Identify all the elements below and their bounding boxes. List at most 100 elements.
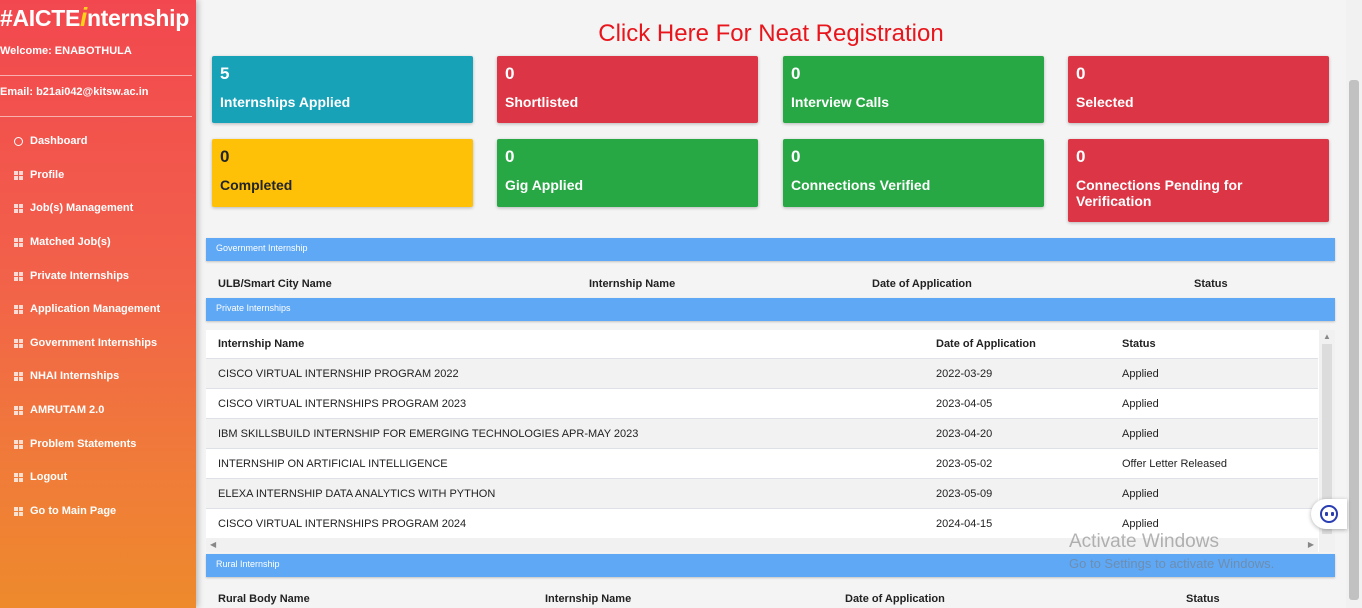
card-label: Interview Calls xyxy=(791,94,890,110)
sidebar-item-label: Private Internships xyxy=(30,270,130,282)
sidebar-item-logout[interactable]: Logout xyxy=(14,466,67,488)
column-header: Date of Application xyxy=(845,593,945,605)
neat-registration-link[interactable]: Click Here For Neat Registration xyxy=(196,20,1346,48)
card-connections-verified[interactable]: 0 Connections Verified xyxy=(783,139,1044,207)
watermark-line2: Go to Settings to activate Windows. xyxy=(1069,556,1275,571)
column-header: Status xyxy=(1186,593,1220,605)
table-row: IBM SKILLSBUILD INTERNSHIP FOR EMERGING … xyxy=(206,418,1318,448)
scroll-left-arrow-icon[interactable]: ◀ xyxy=(210,540,216,549)
sidebar-item-problem-statements[interactable]: Problem Statements xyxy=(14,433,136,455)
grid-icon xyxy=(14,170,23,180)
card-connections-pending[interactable]: 0 Connections Pending for Verification xyxy=(1068,139,1329,222)
sidebar-item-label: Go to Main Page xyxy=(30,505,117,517)
aicte-internship-logo[interactable]: #AICTEinternship xyxy=(0,2,189,33)
application-date: 2023-04-05 xyxy=(936,398,993,410)
table-row: ELEXA INTERNSHIP DATA ANALYTICS WITH PYT… xyxy=(206,478,1318,508)
sidebar-item-application-management[interactable]: Application Management xyxy=(14,298,160,320)
grid-icon xyxy=(14,371,23,381)
sidebar-item-amrutam[interactable]: AMRUTAM 2.0 xyxy=(14,399,104,421)
card-value: 0 xyxy=(791,147,801,166)
card-value: 0 xyxy=(505,64,515,83)
card-value: 0 xyxy=(1076,147,1086,166)
application-status: Applied xyxy=(1122,368,1159,380)
card-gig-applied[interactable]: 0 Gig Applied xyxy=(497,139,758,207)
grid-icon xyxy=(14,338,23,348)
sidebar-item-label: NHAI Internships xyxy=(30,370,120,382)
column-header: Date of Application xyxy=(936,338,1036,350)
card-label: Shortlisted xyxy=(505,94,579,110)
card-label: Internships Applied xyxy=(220,94,351,110)
sidebar-item-label: Matched Job(s) xyxy=(30,236,111,248)
grid-icon xyxy=(14,271,23,281)
internship-name: ELEXA INTERNSHIP DATA ANALYTICS WITH PYT… xyxy=(218,488,496,500)
circle-icon xyxy=(14,136,23,146)
application-status: Offer Letter Released xyxy=(1122,458,1227,470)
application-date: 2024-04-15 xyxy=(936,518,993,530)
internship-name: CISCO VIRTUAL INTERNSHIP PROGRAM 2022 xyxy=(218,368,459,380)
application-date: 2023-05-02 xyxy=(936,458,993,470)
grid-icon xyxy=(14,405,23,415)
application-status: Applied xyxy=(1122,518,1159,530)
column-header: Internship Name xyxy=(218,338,305,350)
scroll-up-arrow-icon[interactable]: ▲ xyxy=(1323,332,1331,341)
application-date: 2023-04-20 xyxy=(936,428,993,440)
sidebar-item-label: Application Management xyxy=(30,303,161,315)
sidebar-item-private-internships[interactable]: Private Internships xyxy=(14,265,129,287)
sidebar-item-label: Government Internships xyxy=(30,337,158,349)
card-label: Selected xyxy=(1076,94,1134,110)
card-label: Connections Verified xyxy=(791,177,931,193)
grid-icon xyxy=(14,439,23,449)
sidebar-item-label: Dashboard xyxy=(30,135,88,147)
sidebar-item-job-management[interactable]: Job(s) Management xyxy=(14,197,133,219)
card-label: Gig Applied xyxy=(505,177,584,193)
column-header: Date of Application xyxy=(872,278,972,290)
sidebar-divider xyxy=(0,116,192,117)
activate-windows-watermark: Activate Windows Go to Settings to activ… xyxy=(1069,531,1274,571)
card-completed[interactable]: 0 Completed xyxy=(212,139,473,207)
card-internships-applied[interactable]: 5 Internships Applied xyxy=(212,56,473,123)
sidebar: #AICTEinternship Welcome: ENABOTHULA Ema… xyxy=(0,0,196,608)
chatbot-icon xyxy=(1320,505,1338,523)
card-interview-calls[interactable]: 0 Interview Calls xyxy=(783,56,1044,123)
card-label: Completed xyxy=(220,177,293,193)
sidebar-item-profile[interactable]: Profile xyxy=(14,164,64,186)
main-content: Click Here For Neat Registration 5 Inter… xyxy=(196,0,1346,608)
card-shortlisted[interactable]: 0 Shortlisted xyxy=(497,56,758,123)
column-header: Status xyxy=(1122,338,1156,350)
sidebar-item-label: Problem Statements xyxy=(30,438,137,450)
card-value: 0 xyxy=(505,147,515,166)
table-row: CISCO VIRTUAL INTERNSHIP PROGRAM 2022 20… xyxy=(206,358,1318,388)
sidebar-divider xyxy=(0,75,192,76)
grid-icon xyxy=(14,506,23,516)
card-label: Connections Pending for Verification xyxy=(1076,177,1243,209)
sidebar-item-nhai-internships[interactable]: NHAI Internships xyxy=(14,365,119,387)
sidebar-item-government-internships[interactable]: Government Internships xyxy=(14,332,157,354)
sidebar-item-label: Logout xyxy=(30,471,68,483)
card-selected[interactable]: 0 Selected xyxy=(1068,56,1329,123)
sidebar-item-label: AMRUTAM 2.0 xyxy=(30,404,105,416)
grid-icon xyxy=(14,237,23,247)
application-status: Applied xyxy=(1122,398,1159,410)
page-vertical-scrollbar[interactable] xyxy=(1346,0,1362,608)
government-internship-header: Government Internship xyxy=(206,238,1335,261)
column-header: ULB/Smart City Name xyxy=(218,278,332,290)
sidebar-item-dashboard[interactable]: Dashboard xyxy=(14,130,87,152)
application-status: Applied xyxy=(1122,428,1159,440)
email-text: Email: b21ai042@kitsw.ac.in xyxy=(0,86,149,98)
sidebar-item-matched-jobs[interactable]: Matched Job(s) xyxy=(14,231,111,253)
scrollbar-thumb[interactable] xyxy=(1349,80,1359,600)
card-value: 0 xyxy=(220,147,230,166)
scroll-right-arrow-icon[interactable]: ▶ xyxy=(1308,540,1314,549)
logo-i-mark: i xyxy=(80,2,87,32)
card-value: 0 xyxy=(1076,64,1086,83)
application-date: 2023-05-09 xyxy=(936,488,993,500)
column-header: Rural Body Name xyxy=(218,593,310,605)
chatbot-button[interactable] xyxy=(1311,499,1347,529)
application-status: Applied xyxy=(1122,488,1159,500)
table-row: CISCO VIRTUAL INTERNSHIPS PROGRAM 2023 2… xyxy=(206,388,1318,418)
sidebar-item-label: Profile xyxy=(30,169,65,181)
logo-suffix: nternship xyxy=(86,5,190,31)
sidebar-item-label: Job(s) Management xyxy=(30,202,134,214)
sidebar-item-main-page[interactable]: Go to Main Page xyxy=(14,500,116,522)
private-internships-header: Private Internships xyxy=(206,298,1335,321)
